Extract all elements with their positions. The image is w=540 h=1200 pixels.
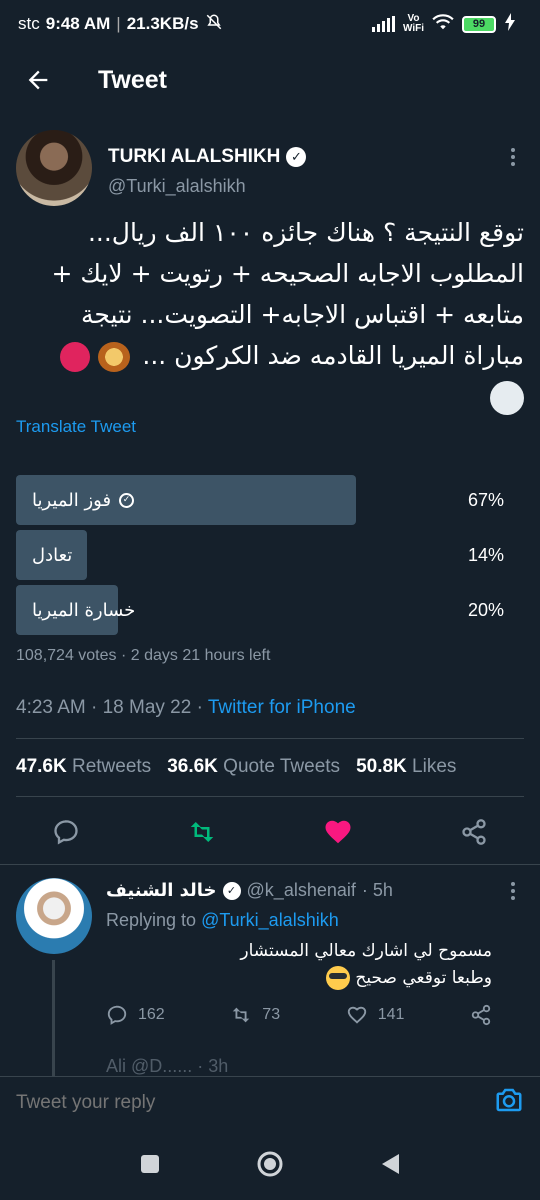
next-reply-preview: Ali @D...... · 3h	[106, 1056, 229, 1076]
like-count: 141	[377, 1006, 405, 1023]
retweet-button[interactable]	[186, 816, 218, 848]
clock: 9:48 AM	[45, 14, 111, 33]
back-button[interactable]	[8, 52, 68, 108]
share-icon	[462, 819, 486, 845]
poll-option-label: فوز الميريا	[32, 489, 112, 511]
poll-meta: 108,724 votes · 2 days 21 hours left	[16, 647, 271, 664]
carrier-label: stc	[18, 14, 40, 33]
status-bar: stc 9:48 AM | 21.3KB/s Vo WiFi 99	[0, 0, 540, 48]
poll-option-label: خسارة الميريا	[32, 599, 136, 621]
reply-button[interactable]: 162	[106, 1004, 165, 1026]
reply-count: 162	[138, 1006, 165, 1023]
page-title: Tweet	[98, 65, 167, 94]
signal-icon	[371, 16, 395, 32]
like-button[interactable]	[322, 816, 354, 848]
retweet-icon	[190, 822, 214, 842]
charging-icon	[504, 12, 516, 36]
author-name-row[interactable]: TURKI ALALSHIKH ✓	[108, 146, 307, 168]
tweet-text-line: توقع النتيجة ؟ هناك جائزه ١٠٠ الف ريال..…	[87, 218, 524, 247]
share-button[interactable]	[458, 816, 490, 848]
replying-to: Replying to @Turki_alalshikh	[106, 910, 339, 930]
share-icon	[471, 1004, 491, 1026]
camera-icon[interactable]	[494, 1085, 524, 1120]
tweet-text-line: مباراة الميريا القادمه ضد الكركون ...	[16, 335, 524, 376]
separator: |	[116, 14, 121, 33]
top-app-bar: Tweet	[0, 52, 540, 108]
verified-badge-icon: ✓	[286, 147, 307, 167]
retweet-count: 73	[262, 1006, 281, 1023]
poll-option: فوز الميريا ✓ 67%	[16, 475, 524, 525]
mention-link[interactable]: @Turki_alalshikh	[201, 910, 339, 930]
retweets-stat[interactable]: 47.6K Retweets	[16, 756, 151, 778]
reply-author-handle: @k_alshenaif	[246, 880, 356, 900]
red-circle-emoji-icon	[60, 342, 91, 372]
quote-tweets-stat[interactable]: 36.6K Quote Tweets	[167, 756, 340, 778]
author-handle[interactable]: @Turki_alalshikh	[108, 176, 246, 197]
wifi-icon	[432, 13, 454, 36]
poll-percent: 20%	[467, 599, 504, 620]
more-options-button[interactable]	[508, 148, 518, 166]
poll-percent: 14%	[467, 544, 504, 565]
recents-button[interactable]	[135, 1149, 165, 1179]
tweet-text-line	[16, 376, 524, 417]
retweet-icon	[233, 1007, 250, 1023]
network-speed: 21.3KB/s	[126, 14, 199, 33]
tweet-text-line: المطلوب الاجابه الصحيحه + رتويت + لايك +	[51, 259, 524, 288]
square-icon	[141, 1155, 159, 1173]
reply-author-name: خالد الشنيف	[106, 880, 217, 901]
likes-stat[interactable]: 50.8K Likes	[356, 756, 456, 778]
circle-icon	[257, 1151, 283, 1177]
white-circle-emoji-icon	[490, 381, 524, 415]
verified-badge-icon: ✓	[222, 881, 241, 900]
arrow-left-icon	[28, 70, 48, 90]
poll-percent: 67%	[467, 489, 504, 510]
vowifi-icon: Vo WiFi	[402, 13, 424, 34]
avatar[interactable]	[16, 130, 92, 206]
lion-emoji-icon	[98, 342, 131, 372]
mute-icon	[205, 13, 223, 36]
translate-tweet-link[interactable]: Translate Tweet	[16, 417, 136, 437]
tweet-source-link[interactable]: Twitter for iPhone	[208, 697, 356, 718]
divider	[16, 796, 524, 797]
more-options-button[interactable]	[508, 882, 518, 900]
author-name: TURKI ALALSHIKH	[108, 146, 281, 167]
divider	[0, 864, 540, 865]
tweet-actions	[16, 810, 524, 854]
like-button[interactable]: 141	[346, 1004, 405, 1026]
reply-button[interactable]	[50, 816, 82, 848]
poll-option-label: تعادل	[32, 544, 73, 566]
reply-tweet[interactable]: خالد الشنيف ✓ @k_alshenaif · 5h Replying…	[16, 876, 524, 1110]
reply-icon	[54, 820, 78, 845]
heart-filled-icon	[325, 820, 351, 844]
home-button[interactable]	[255, 1149, 285, 1179]
back-nav-button[interactable]	[375, 1149, 405, 1179]
poll-option: تعادل 14%	[16, 530, 524, 580]
sunglasses-emoji-icon	[326, 966, 350, 990]
heart-icon	[347, 1006, 366, 1024]
tweet-text-line: متابعه + اقتباس الاجابه+ التصويت... نتيج…	[81, 300, 524, 329]
reply-input[interactable]	[16, 1091, 436, 1114]
tweet-text: توقع النتيجة ؟ هناك جائزه ١٠٠ الف ريال..…	[16, 212, 524, 417]
tweet-stats: 47.6K Retweets 36.6K Quote Tweets 50.8K …	[16, 756, 456, 778]
divider	[16, 738, 524, 739]
avatar[interactable]	[16, 878, 92, 954]
poll-option: خسارة الميريا 20%	[16, 585, 524, 635]
reply-icon	[107, 1005, 127, 1025]
reply-actions: 162 73 141	[106, 1004, 492, 1026]
triangle-back-icon	[382, 1154, 399, 1174]
battery-icon: 99	[462, 15, 496, 33]
reply-compose-bar	[0, 1076, 540, 1128]
system-nav-bar	[0, 1128, 540, 1200]
tweet-author: TURKI ALALSHIKH ✓ @Turki_alalshikh	[16, 130, 524, 210]
reply-time: · 5h	[361, 880, 393, 900]
tweet-time: 4:23 AM · 18 May 22 ·	[16, 697, 208, 718]
tweet-timestamp: 4:23 AM · 18 May 22 · Twitter for iPhone	[16, 697, 356, 719]
check-circle-icon: ✓	[119, 492, 135, 508]
retweet-button[interactable]: 73	[230, 1004, 280, 1026]
reply-text: مسموح لي اشارك معالي المستشار وطبعا توقع…	[240, 941, 492, 990]
share-button[interactable]	[470, 1004, 492, 1026]
